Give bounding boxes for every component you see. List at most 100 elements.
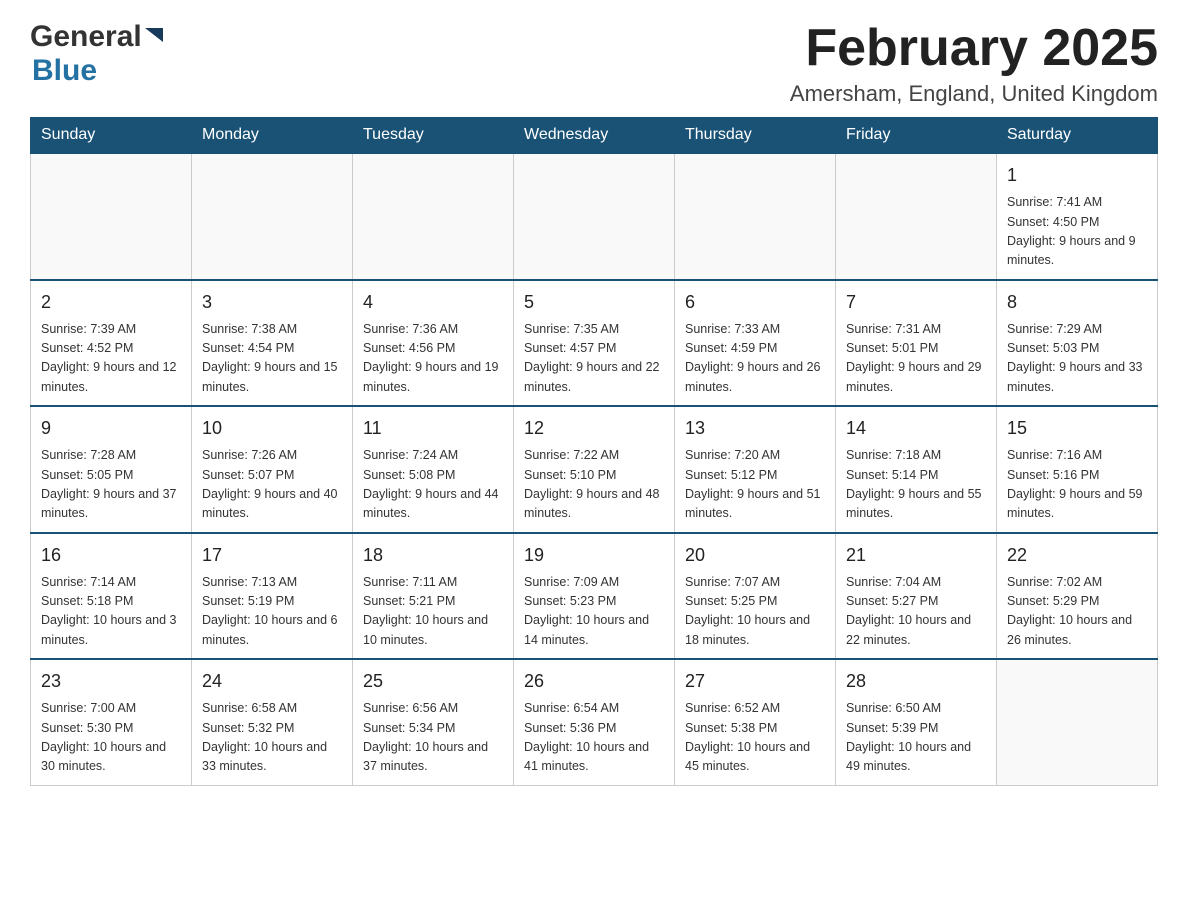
day-info: Sunrise: 7:13 AM Sunset: 5:19 PM Dayligh… <box>202 573 342 651</box>
calendar-day-cell: 7Sunrise: 7:31 AM Sunset: 5:01 PM Daylig… <box>836 280 997 407</box>
day-number: 10 <box>202 415 342 442</box>
calendar-day-cell: 5Sunrise: 7:35 AM Sunset: 4:57 PM Daylig… <box>514 280 675 407</box>
calendar-day-cell: 9 Sunrise: 7:28 AM Sunset: 5:05 PM Daylig… <box>31 406 192 533</box>
weekday-header-thursday: Thursday <box>675 118 836 154</box>
day-number: 17 <box>202 542 342 569</box>
calendar-day-cell: 12Sunrise: 7:22 AM Sunset: 5:10 PM Dayli… <box>514 406 675 533</box>
calendar-day-cell: 21 Sunrise: 7:04 AM Sunset: 5:27 PM Dayli… <box>836 533 997 660</box>
calendar-week-row: 9 Sunrise: 7:28 AM Sunset: 5:05 PM Daylig… <box>31 406 1158 533</box>
day-number: 3 <box>202 289 342 316</box>
day-number: 18 <box>363 542 503 569</box>
day-number: 20 <box>685 542 825 569</box>
day-info: Sunrise: 7:22 AM Sunset: 5:10 PM Dayligh… <box>524 446 664 524</box>
calendar-day-cell <box>353 153 514 280</box>
day-number: 22 <box>1007 542 1147 569</box>
logo-general-text: General <box>30 20 142 54</box>
day-number: 13 <box>685 415 825 442</box>
calendar-day-cell <box>514 153 675 280</box>
calendar-day-cell: 18 Sunrise: 7:11 AM Sunset: 5:21 PM Dayli… <box>353 533 514 660</box>
calendar-day-cell: 8 Sunrise: 7:29 AM Sunset: 5:03 PM Daylig… <box>997 280 1158 407</box>
day-number: 23 <box>41 668 181 695</box>
calendar-week-row: 16 Sunrise: 7:14 AM Sunset: 5:18 PM Dayli… <box>31 533 1158 660</box>
calendar-day-cell: 13Sunrise: 7:20 AM Sunset: 5:12 PM Dayli… <box>675 406 836 533</box>
calendar-week-row: 23 Sunrise: 7:00 AM Sunset: 5:30 PM Dayli… <box>31 659 1158 785</box>
weekday-header-wednesday: Wednesday <box>514 118 675 154</box>
day-info: Sunrise: 7:38 AM Sunset: 4:54 PM Dayligh… <box>202 320 342 398</box>
calendar-day-cell <box>31 153 192 280</box>
calendar-day-cell: 6 Sunrise: 7:33 AM Sunset: 4:59 PM Daylig… <box>675 280 836 407</box>
calendar-day-cell <box>997 659 1158 785</box>
day-number: 16 <box>41 542 181 569</box>
weekday-header-tuesday: Tuesday <box>353 118 514 154</box>
day-number: 21 <box>846 542 986 569</box>
day-info: Sunrise: 7:11 AM Sunset: 5:21 PM Dayligh… <box>363 573 503 651</box>
day-info: Sunrise: 7:39 AM Sunset: 4:52 PM Dayligh… <box>41 320 181 398</box>
day-info: Sunrise: 7:29 AM Sunset: 5:03 PM Dayligh… <box>1007 320 1147 398</box>
day-info: Sunrise: 7:00 AM Sunset: 5:30 PM Dayligh… <box>41 699 181 777</box>
day-number: 24 <box>202 668 342 695</box>
day-info: Sunrise: 6:52 AM Sunset: 5:38 PM Dayligh… <box>685 699 825 777</box>
day-info: Sunrise: 7:18 AM Sunset: 5:14 PM Dayligh… <box>846 446 986 524</box>
calendar-title: February 2025 <box>790 20 1158 77</box>
day-info: Sunrise: 7:36 AM Sunset: 4:56 PM Dayligh… <box>363 320 503 398</box>
calendar-day-cell: 20 Sunrise: 7:07 AM Sunset: 5:25 PM Dayli… <box>675 533 836 660</box>
title-block: February 2025 Amersham, England, United … <box>790 20 1158 107</box>
day-info: Sunrise: 7:28 AM Sunset: 5:05 PM Dayligh… <box>41 446 181 524</box>
day-number: 19 <box>524 542 664 569</box>
calendar-day-cell: 26Sunrise: 6:54 AM Sunset: 5:36 PM Dayli… <box>514 659 675 785</box>
weekday-header-saturday: Saturday <box>997 118 1158 154</box>
day-info: Sunrise: 6:54 AM Sunset: 5:36 PM Dayligh… <box>524 699 664 777</box>
day-info: Sunrise: 6:56 AM Sunset: 5:34 PM Dayligh… <box>363 699 503 777</box>
day-number: 2 <box>41 289 181 316</box>
day-number: 11 <box>363 415 503 442</box>
calendar-day-cell: 24 Sunrise: 6:58 AM Sunset: 5:32 PM Dayli… <box>192 659 353 785</box>
day-info: Sunrise: 7:41 AM Sunset: 4:50 PM Dayligh… <box>1007 193 1147 271</box>
calendar-subtitle: Amersham, England, United Kingdom <box>790 81 1158 107</box>
logo-blue-text: Blue <box>32 54 97 88</box>
calendar-day-cell: 17 Sunrise: 7:13 AM Sunset: 5:19 PM Dayli… <box>192 533 353 660</box>
day-info: Sunrise: 7:02 AM Sunset: 5:29 PM Dayligh… <box>1007 573 1147 651</box>
day-info: Sunrise: 6:58 AM Sunset: 5:32 PM Dayligh… <box>202 699 342 777</box>
day-number: 4 <box>363 289 503 316</box>
weekday-header-monday: Monday <box>192 118 353 154</box>
day-number: 1 <box>1007 162 1147 189</box>
day-info: Sunrise: 7:04 AM Sunset: 5:27 PM Dayligh… <box>846 573 986 651</box>
calendar-day-cell <box>675 153 836 280</box>
weekday-header-sunday: Sunday <box>31 118 192 154</box>
calendar-day-cell: 16 Sunrise: 7:14 AM Sunset: 5:18 PM Dayli… <box>31 533 192 660</box>
day-number: 8 <box>1007 289 1147 316</box>
calendar-day-cell: 3 Sunrise: 7:38 AM Sunset: 4:54 PM Daylig… <box>192 280 353 407</box>
day-number: 14 <box>846 415 986 442</box>
day-info: Sunrise: 7:07 AM Sunset: 5:25 PM Dayligh… <box>685 573 825 651</box>
day-info: Sunrise: 7:31 AM Sunset: 5:01 PM Dayligh… <box>846 320 986 398</box>
day-info: Sunrise: 7:14 AM Sunset: 5:18 PM Dayligh… <box>41 573 181 651</box>
calendar-day-cell: 10 Sunrise: 7:26 AM Sunset: 5:07 PM Dayli… <box>192 406 353 533</box>
calendar-day-cell: 11 Sunrise: 7:24 AM Sunset: 5:08 PM Dayli… <box>353 406 514 533</box>
day-number: 25 <box>363 668 503 695</box>
calendar-day-cell: 22 Sunrise: 7:02 AM Sunset: 5:29 PM Dayli… <box>997 533 1158 660</box>
calendar-day-cell <box>836 153 997 280</box>
calendar-table: SundayMondayTuesdayWednesdayThursdayFrid… <box>30 117 1158 786</box>
calendar-day-cell: 25 Sunrise: 6:56 AM Sunset: 5:34 PM Dayli… <box>353 659 514 785</box>
day-number: 27 <box>685 668 825 695</box>
calendar-day-cell: 4 Sunrise: 7:36 AM Sunset: 4:56 PM Daylig… <box>353 280 514 407</box>
page-header: General Blue February 2025 Amersham, Eng… <box>30 20 1158 107</box>
logo: General Blue <box>30 20 167 88</box>
day-number: 6 <box>685 289 825 316</box>
calendar-week-row: 2 Sunrise: 7:39 AM Sunset: 4:52 PM Daylig… <box>31 280 1158 407</box>
weekday-header-friday: Friday <box>836 118 997 154</box>
day-number: 5 <box>524 289 664 316</box>
day-number: 9 <box>41 415 181 442</box>
day-info: Sunrise: 7:16 AM Sunset: 5:16 PM Dayligh… <box>1007 446 1147 524</box>
day-info: Sunrise: 7:33 AM Sunset: 4:59 PM Dayligh… <box>685 320 825 398</box>
calendar-day-cell: 27 Sunrise: 6:52 AM Sunset: 5:38 PM Dayli… <box>675 659 836 785</box>
calendar-day-cell: 1 Sunrise: 7:41 AM Sunset: 4:50 PM Daylig… <box>997 153 1158 280</box>
day-info: Sunrise: 7:24 AM Sunset: 5:08 PM Dayligh… <box>363 446 503 524</box>
calendar-day-cell: 2 Sunrise: 7:39 AM Sunset: 4:52 PM Daylig… <box>31 280 192 407</box>
day-number: 15 <box>1007 415 1147 442</box>
day-info: Sunrise: 6:50 AM Sunset: 5:39 PM Dayligh… <box>846 699 986 777</box>
day-info: Sunrise: 7:26 AM Sunset: 5:07 PM Dayligh… <box>202 446 342 524</box>
calendar-week-row: 1 Sunrise: 7:41 AM Sunset: 4:50 PM Daylig… <box>31 153 1158 280</box>
calendar-day-cell: 23 Sunrise: 7:00 AM Sunset: 5:30 PM Dayli… <box>31 659 192 785</box>
day-info: Sunrise: 7:09 AM Sunset: 5:23 PM Dayligh… <box>524 573 664 651</box>
